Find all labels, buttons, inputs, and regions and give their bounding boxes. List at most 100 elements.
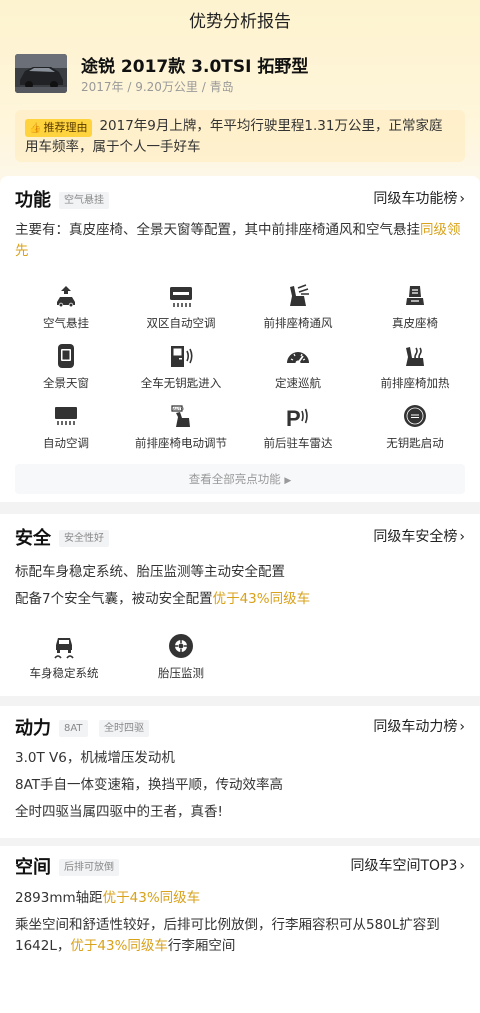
cruise-control-icon <box>287 352 309 366</box>
feature-label: 全景天窗 <box>43 376 89 390</box>
space-line-2-highlight: 优于43%同级车 <box>70 938 168 954</box>
safety-header: 安全 安全性好 同级车安全榜 › <box>15 524 465 554</box>
feature-keyless-entry[interactable]: 全车无钥匙进入 <box>121 342 241 391</box>
power-seat-icon: AUTO <box>171 405 190 427</box>
auto-ac-icon <box>55 407 77 425</box>
feature-label: 前排座椅通风 <box>263 316 333 330</box>
feature-label: 前排座椅加热 <box>380 376 450 390</box>
feature-label: 全车无钥匙进入 <box>140 376 222 390</box>
tire-pressure-icon <box>169 634 193 658</box>
space-line-1-text: 2893mm轴距 <box>15 890 103 906</box>
space-line-2-suffix: 行李厢空间 <box>167 938 236 954</box>
feature-label: 前排座椅电动调节 <box>135 436 227 450</box>
feature-parking-radar[interactable]: P 前后驻车雷达 <box>238 402 358 451</box>
safety-rank-link[interactable]: 同级车安全榜 › <box>373 526 465 546</box>
feature-label: 无钥匙启动 <box>386 436 444 450</box>
space-chip: 后排可放倒 <box>59 859 119 876</box>
function-desc-text: 主要有：真皮座椅、全景天窗等配置，其中前排座椅通风和空气悬挂 <box>15 222 420 238</box>
power-line-3: 全时四驱当属四驱中的王者，真香! <box>15 804 223 820</box>
feature-panoramic-sunroof[interactable]: 全景天窗 <box>6 342 126 391</box>
function-card: 功能 空气悬挂 同级车功能榜 › 主要有：真皮座椅、全景天窗等配置，其中前排座椅通… <box>0 176 480 502</box>
function-header: 功能 空气悬挂 同级车功能榜 › <box>15 186 465 216</box>
feature-tire-pressure[interactable]: 胎压监测 <box>121 632 241 681</box>
power-header: 动力 8AT 全时四驱 同级车动力榜 › <box>15 714 465 744</box>
power-rank-label: 同级车动力榜 <box>373 719 458 735</box>
chevron-right-icon: › <box>459 719 465 735</box>
feature-stability-control[interactable]: 车身稳定系统 <box>4 632 124 681</box>
power-chip-transmission: 8AT <box>59 720 88 737</box>
safety-line-2: 配备7个安全气囊，被动安全配置优于43%同级车 <box>15 589 465 610</box>
keyless-start-icon <box>404 405 426 427</box>
chevron-right-icon: › <box>459 858 465 874</box>
safety-rank-label: 同级车安全榜 <box>373 529 458 545</box>
thumbs-up-icon: 👍 <box>29 123 42 134</box>
function-chip: 空气悬挂 <box>59 192 109 209</box>
space-title: 空间 <box>15 857 51 878</box>
feature-keyless-start[interactable]: 无钥匙启动 <box>355 402 475 451</box>
chevron-right-icon: › <box>459 529 465 545</box>
recommend-tag: 👍 推荐理由 <box>25 119 93 137</box>
dual-zone-ac-icon <box>170 287 192 307</box>
panoramic-sunroof-icon <box>58 344 74 368</box>
stability-control-icon <box>54 638 74 659</box>
function-rank-label: 同级车功能榜 <box>373 191 458 207</box>
chevron-right-icon: › <box>459 191 465 207</box>
safety-line-1: 标配车身稳定系统、胎压监测等主动安全配置 <box>15 564 285 580</box>
leather-seat-icon <box>406 286 424 305</box>
feature-label: 车身稳定系统 <box>29 666 99 680</box>
recommend-tag-label: 推荐理由 <box>43 121 88 134</box>
car-subtitle: 2017年 / 9.20万公里 / 青岛 <box>81 80 234 94</box>
power-line-1: 3.0T V6，机械增压发动机 <box>15 750 175 766</box>
function-rank-link[interactable]: 同级车功能榜 › <box>373 188 465 208</box>
svg-text:AUTO: AUTO <box>173 406 184 411</box>
safety-chip: 安全性好 <box>59 530 109 547</box>
seat-heating-icon <box>406 347 424 366</box>
feature-power-seat[interactable]: AUTO 前排座椅电动调节 <box>121 402 241 451</box>
safety-card: 安全 安全性好 同级车安全榜 › 标配车身稳定系统、胎压监测等主动安全配置 配备7… <box>0 514 480 696</box>
feature-label: 空气悬挂 <box>43 316 89 330</box>
power-title: 动力 <box>15 718 51 739</box>
space-line-2: 乘坐空间和舒适性较好，后排可比例放倒，行李厢容积可从580L扩容到1642L，优… <box>15 915 465 957</box>
power-rank-link[interactable]: 同级车动力榜 › <box>373 716 465 736</box>
function-title: 功能 <box>15 190 51 211</box>
power-card: 动力 8AT 全时四驱 同级车动力榜 › 3.0T V6，机械增压发动机 8AT手… <box>0 706 480 838</box>
power-line-2: 8AT手自一体变速箱，换挡平顺，传动效率高 <box>15 777 284 793</box>
safety-title: 安全 <box>15 528 51 549</box>
feature-auto-ac[interactable]: 自动空调 <box>6 402 126 451</box>
car-title: 途锐 2017款 3.0TSI 拓野型 <box>81 57 309 77</box>
power-chip-drive: 全时四驱 <box>99 720 149 737</box>
air-suspension-icon <box>57 286 75 308</box>
safety-line-2-text: 配备7个安全气囊，被动安全配置 <box>15 591 213 607</box>
feature-air-suspension[interactable]: 空气悬挂 <box>6 282 126 331</box>
space-line-1-highlight: 优于43%同级车 <box>102 890 201 906</box>
function-description: 主要有：真皮座椅、全景天窗等配置，其中前排座椅通风和空气悬挂同级领先 <box>15 220 465 262</box>
car-summary[interactable]: 途锐 2017款 3.0TSI 拓野型 2017年 / 9.20万公里 / 青岛 <box>15 52 465 96</box>
space-rank-link[interactable]: 同级车空间TOP3 › <box>350 855 465 875</box>
feature-label: 前后驻车雷达 <box>263 436 333 450</box>
recommend-reason: 👍 推荐理由 2017年9月上牌，年平均行驶里程1.31万公里，正常家庭用车频率，… <box>15 110 465 162</box>
feature-label: 真皮座椅 <box>392 316 438 330</box>
feature-label: 双区自动空调 <box>146 316 216 330</box>
page-title: 优势分析报告 <box>189 12 291 32</box>
feature-leather-seat[interactable]: 真皮座椅 <box>355 282 475 331</box>
feature-cruise-control[interactable]: 定速巡航 <box>238 342 358 391</box>
space-rank-label: 同级车空间TOP3 <box>350 858 458 874</box>
space-card: 空间 后排可放倒 同级车空间TOP3 › 2893mm轴距优于43%同级车 乘坐空… <box>0 846 480 1013</box>
seat-ventilation-icon <box>290 284 309 306</box>
keyless-entry-icon <box>171 346 193 367</box>
svg-text:P: P <box>286 406 301 430</box>
safety-line-2-highlight: 优于43%同级车 <box>212 591 311 607</box>
caret-right-icon: ▶ <box>284 476 292 486</box>
feature-label: 胎压监测 <box>158 666 204 680</box>
parking-radar-icon: P <box>286 406 308 430</box>
space-header: 空间 后排可放倒 同级车空间TOP3 › <box>15 853 465 883</box>
feature-label: 自动空调 <box>43 436 89 450</box>
view-all-label: 查看全部亮点功能 <box>188 472 281 486</box>
car-thumbnail <box>15 54 67 93</box>
view-all-features-button[interactable]: 查看全部亮点功能 ▶ <box>15 464 465 494</box>
feature-seat-heating[interactable]: 前排座椅加热 <box>355 342 475 391</box>
feature-label: 定速巡航 <box>275 376 321 390</box>
feature-seat-ventilation[interactable]: 前排座椅通风 <box>238 282 358 331</box>
feature-dual-zone-ac[interactable]: 双区自动空调 <box>121 282 241 331</box>
space-line-1: 2893mm轴距优于43%同级车 <box>15 888 465 909</box>
